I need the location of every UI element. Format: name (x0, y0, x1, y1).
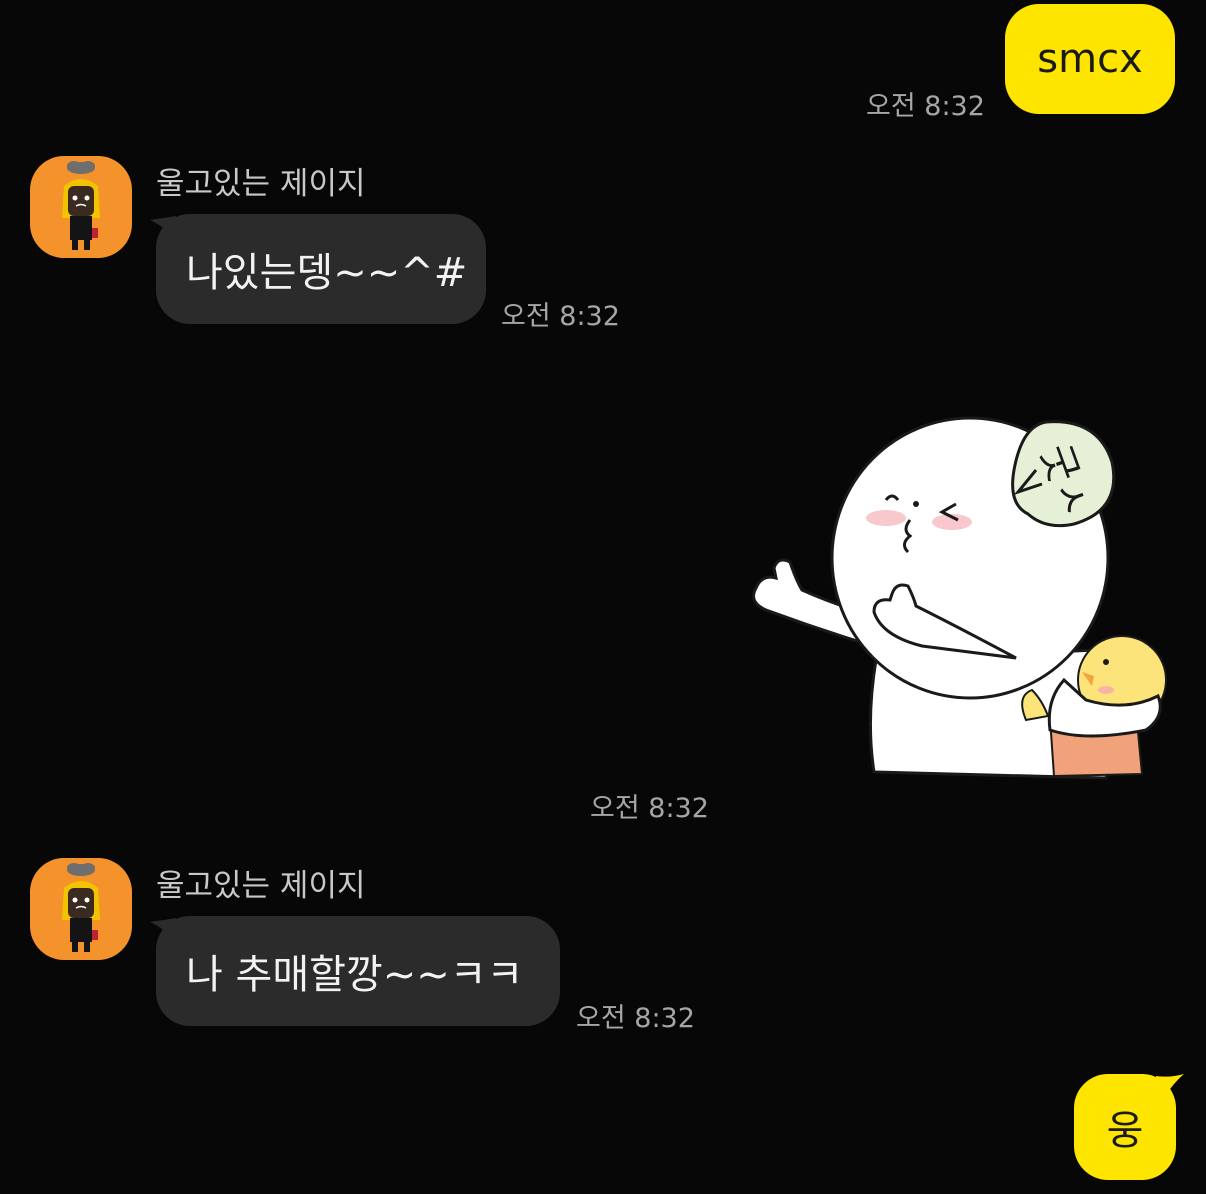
incoming-message-bubble[interactable]: 나있는뎅~~^# (156, 214, 486, 324)
sender-name: 울고있는 제이지 (156, 166, 366, 202)
outgoing-message-bubble[interactable]: smcx (1005, 4, 1175, 114)
message-text: 웅 (1106, 1108, 1144, 1154)
crying-jay-g-avatar-icon (62, 863, 100, 952)
message-time: 오전 8:32 (501, 301, 620, 332)
message-time: 오전 8:32 (590, 793, 709, 824)
avatar[interactable] (30, 156, 132, 258)
message-text: smcx (1037, 36, 1143, 82)
sticker-message[interactable]: 굿ㅅ (746, 400, 1176, 790)
crying-jay-g-avatar-icon (62, 161, 100, 250)
chat-screen: 오전 8:32 smcx 울고있는 제이지 나있는뎅~~^# 오전 8:32 굿… (0, 0, 1206, 1194)
avatar[interactable] (30, 858, 132, 960)
message-time: 오전 8:32 (576, 1003, 695, 1034)
incoming-message-bubble[interactable]: 나 추매할깡~~ㅋㅋ (156, 916, 560, 1026)
message-time: 오전 8:32 (866, 91, 985, 122)
message-text: 나 추매할깡~~ㅋㅋ (186, 952, 524, 998)
outgoing-message-bubble[interactable]: 웅 (1074, 1074, 1176, 1180)
sender-name: 울고있는 제이지 (156, 868, 366, 904)
message-text: 나있는뎅~~^# (186, 250, 468, 296)
thumbs-up-character-sticker-icon: 굿ㅅ (752, 416, 1167, 780)
